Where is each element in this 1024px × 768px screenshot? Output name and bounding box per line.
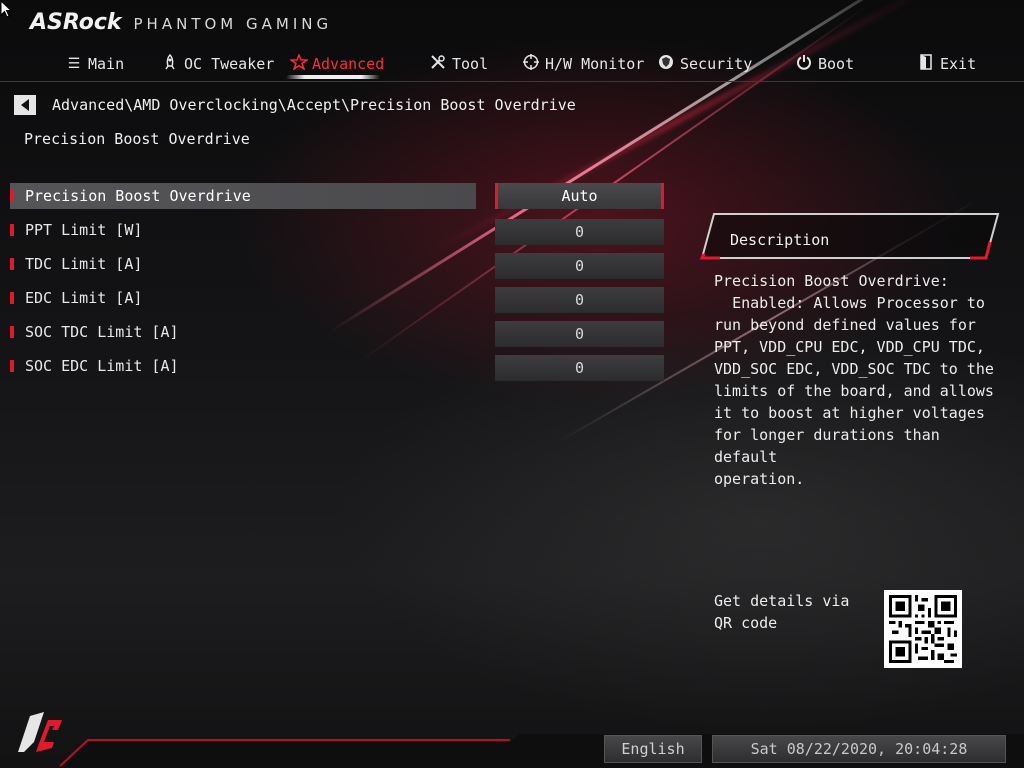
tab-oc-tweaker[interactable]: OC Tweaker bbox=[162, 50, 274, 78]
row-marker bbox=[10, 258, 14, 270]
setting-value-soc-edc-limit[interactable]: 0 bbox=[495, 355, 664, 381]
power-icon bbox=[796, 54, 812, 74]
tab-label: Security bbox=[680, 55, 753, 73]
top-nav: ☰ Main OC Tweaker Advanced Tool H/W Moni… bbox=[0, 46, 1024, 82]
setting-label: EDC Limit [A] bbox=[25, 289, 143, 307]
setting-label: Precision Boost Overdrive bbox=[25, 187, 251, 205]
setting-row-tdc-limit[interactable]: TDC Limit [A] bbox=[10, 251, 470, 277]
row-marker bbox=[10, 360, 14, 372]
tab-advanced[interactable]: Advanced bbox=[288, 50, 385, 78]
tab-exit[interactable]: Exit bbox=[918, 50, 976, 78]
tab-label: Advanced bbox=[312, 55, 385, 73]
setting-value-precision-boost-overdrive[interactable]: Auto bbox=[495, 183, 664, 209]
shield-icon bbox=[658, 54, 674, 74]
brand-logo: ASRock PHANTOM GAMING bbox=[30, 10, 333, 35]
rocket-icon bbox=[162, 53, 178, 74]
qr-code bbox=[884, 590, 962, 668]
setting-label: SOC TDC Limit [A] bbox=[25, 323, 179, 341]
setting-value-tdc-limit[interactable]: 0 bbox=[495, 253, 664, 279]
language-button[interactable]: English bbox=[604, 735, 702, 763]
list-icon: ☰ bbox=[67, 56, 81, 72]
description-title: Description bbox=[730, 231, 830, 249]
back-arrow-icon bbox=[21, 99, 29, 111]
setting-row-soc-edc-limit[interactable]: SOC EDC Limit [A] bbox=[10, 353, 470, 379]
tools-icon bbox=[430, 54, 446, 74]
brand-name: ASRock bbox=[30, 10, 122, 35]
star-icon bbox=[288, 52, 310, 74]
setting-label: PPT Limit [W] bbox=[25, 221, 143, 239]
tab-label: Exit bbox=[940, 55, 977, 73]
setting-value-edc-limit[interactable]: 0 bbox=[495, 287, 664, 313]
tab-security[interactable]: Security bbox=[658, 50, 752, 78]
setting-label: TDC Limit [A] bbox=[25, 255, 143, 273]
setting-label: SOC EDC Limit [A] bbox=[25, 357, 179, 375]
tab-label: Main bbox=[88, 55, 125, 73]
qr-caption: Get details via QR code bbox=[714, 592, 850, 632]
active-tab-indicator bbox=[286, 75, 380, 79]
setting-row-precision-boost-overdrive[interactable]: Precision Boost Overdrive bbox=[10, 183, 476, 209]
row-marker bbox=[10, 292, 14, 304]
setting-row-ppt-limit[interactable]: PPT Limit [W] bbox=[10, 217, 470, 243]
tab-hw-monitor[interactable]: H/W Monitor bbox=[523, 50, 644, 78]
mouse-cursor-icon bbox=[0, 0, 12, 18]
setting-value-soc-tdc-limit[interactable]: 0 bbox=[495, 321, 664, 347]
breadcrumb-path: Advanced\AMD Overclocking\Accept\Precisi… bbox=[52, 96, 576, 114]
row-marker bbox=[10, 326, 14, 338]
tab-label: Tool bbox=[452, 55, 489, 73]
brand-subtitle: PHANTOM GAMING bbox=[133, 15, 333, 33]
crosshair-icon bbox=[523, 54, 539, 74]
date-time-display: Sat 08/22/2020, 20:04:28 bbox=[712, 735, 1006, 763]
row-marker bbox=[10, 190, 14, 202]
tab-label: Boot bbox=[818, 55, 855, 73]
tab-label: H/W Monitor bbox=[545, 55, 645, 73]
row-marker bbox=[10, 224, 14, 236]
exit-door-icon bbox=[918, 54, 934, 74]
tab-main[interactable]: ☰ Main bbox=[66, 50, 124, 78]
phantom-gaming-logo bbox=[10, 706, 66, 758]
tab-tool[interactable]: Tool bbox=[430, 50, 488, 78]
page-title: Precision Boost Overdrive bbox=[24, 130, 250, 148]
setting-value-ppt-limit[interactable]: 0 bbox=[495, 219, 664, 245]
setting-row-edc-limit[interactable]: EDC Limit [A] bbox=[10, 285, 470, 311]
back-button[interactable] bbox=[14, 95, 36, 115]
breadcrumb: Advanced\AMD Overclocking\Accept\Precisi… bbox=[14, 94, 576, 116]
setting-row-soc-tdc-limit[interactable]: SOC TDC Limit [A] bbox=[10, 319, 470, 345]
description-text: Precision Boost Overdrive: Enabled: Allo… bbox=[714, 272, 994, 488]
tab-label: OC Tweaker bbox=[184, 55, 275, 73]
tab-boot[interactable]: Boot bbox=[796, 50, 854, 78]
